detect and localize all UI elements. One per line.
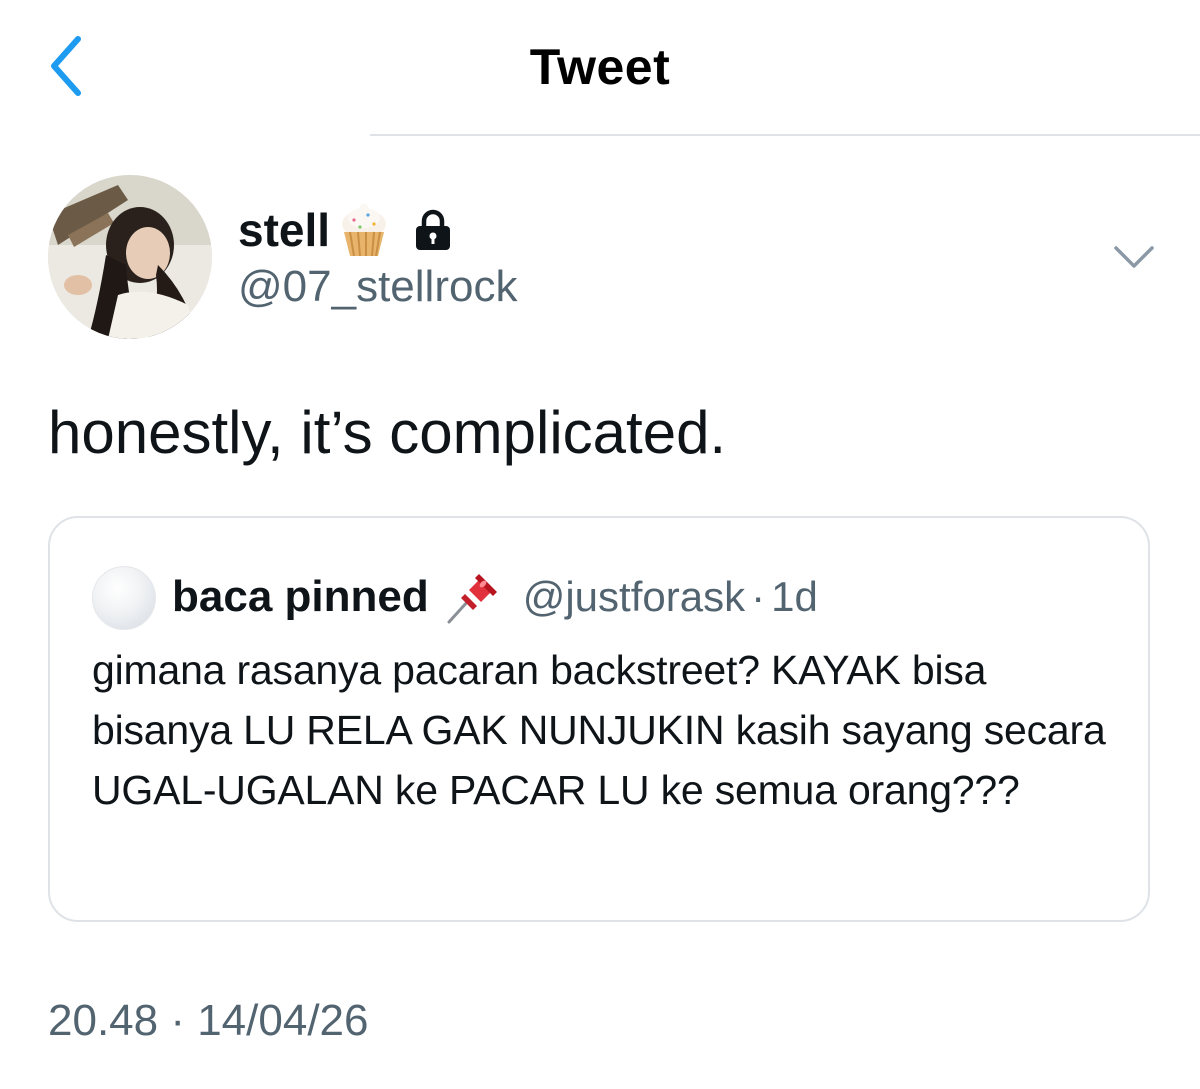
quoted-author-handle: @justforask <box>522 573 746 620</box>
author-avatar[interactable] <box>48 175 212 339</box>
top-nav-bar: Tweet <box>0 0 1200 136</box>
quoted-author-name: baca pinned <box>172 572 429 621</box>
meta-separator: · <box>751 573 766 620</box>
lock-icon <box>416 209 451 250</box>
quoted-tweet-card[interactable]: baca pinned @justforask · 1d gimana rasa… <box>48 516 1150 922</box>
quoted-tweet-text: gimana rasanya pacaran backstreet? KAYAK… <box>92 647 1106 813</box>
header-divider <box>370 134 1200 136</box>
author-handle[interactable]: @07_stellrock <box>238 262 517 312</box>
quoted-tweet-header: baca pinned @justforask · 1d <box>172 562 818 632</box>
author-display-name[interactable]: stell <box>238 203 330 257</box>
page-title: Tweet <box>529 39 671 95</box>
quoted-author-avatar <box>92 566 156 630</box>
tweet-text: honestly, it’s complicated. <box>48 399 727 466</box>
chevron-down-icon <box>1114 246 1154 268</box>
avatar-image <box>48 175 212 339</box>
pushpin-icon <box>447 574 497 624</box>
tweet-timestamp: 20.48 · 14/04/26 <box>48 996 369 1045</box>
quoted-tweet-time: 1d <box>771 573 818 620</box>
author-name-row: stell <box>238 198 456 262</box>
tweet-options-button[interactable] <box>1110 238 1158 278</box>
cupcake-icon <box>342 204 387 257</box>
